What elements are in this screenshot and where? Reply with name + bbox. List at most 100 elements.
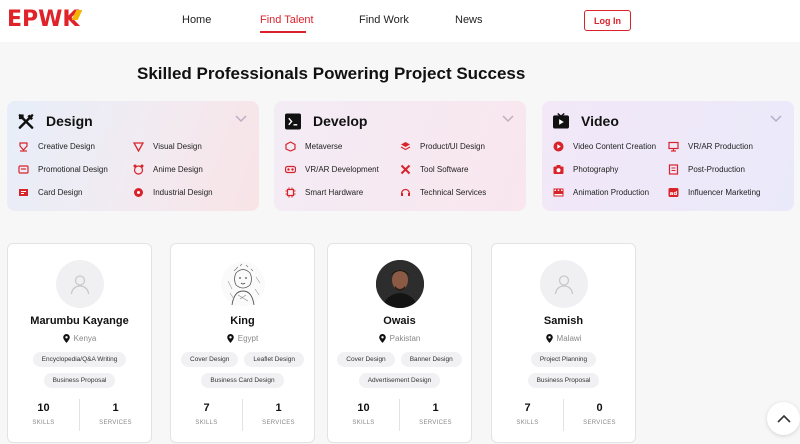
category-item[interactable]: VR/AR Production	[668, 141, 753, 152]
chevron-down-icon[interactable]	[502, 115, 514, 123]
category-item[interactable]: Card Design	[18, 187, 82, 198]
category-item[interactable]: Tool Software	[400, 164, 468, 175]
camera-icon	[553, 164, 564, 175]
category-item[interactable]: Product/UI Design	[400, 141, 485, 152]
category-card-develop[interactable]: Develop Metaverse Product/UI Design VR/A…	[274, 101, 526, 211]
category-item-label: Card Design	[38, 188, 83, 197]
profile-card[interactable]: Samish Malawi Project Planning Business …	[491, 243, 636, 443]
category-title-text: Develop	[313, 113, 368, 129]
tools-icon	[400, 164, 411, 175]
skill-tag[interactable]: Cover Design	[181, 352, 239, 367]
skill-tag[interactable]: Banner Design	[400, 352, 462, 367]
skills-stat: 10 SKILLS	[328, 399, 399, 431]
category-item[interactable]: Animation Production	[553, 187, 649, 198]
category-item[interactable]: Smart Hardware	[285, 187, 363, 198]
chevron-up-icon	[776, 414, 791, 423]
location-pin-icon	[62, 334, 70, 343]
user-placeholder-icon	[70, 275, 89, 295]
location-pin-icon	[378, 334, 386, 343]
skill-tag[interactable]: Project Planning	[530, 352, 597, 367]
skill-tag[interactable]: Business Card Design	[201, 373, 284, 388]
nav-find-talent[interactable]: Find Talent	[260, 14, 314, 26]
category-item-label: Technical Services	[420, 188, 487, 197]
category-title-text: Video	[581, 113, 619, 129]
services-label: SERVICES	[419, 420, 452, 426]
category-title-video: Video	[553, 111, 619, 131]
profile-country: Pakistan	[328, 334, 471, 343]
category-item[interactable]: Creative Design	[18, 141, 95, 152]
layers-icon	[400, 141, 411, 152]
avatar-sketch[interactable]	[218, 260, 267, 308]
industrial-design-icon	[133, 187, 144, 198]
category-item[interactable]: Promotional Design	[18, 164, 108, 175]
category-card-video[interactable]: Video Video Content Creation VR/AR Produ…	[542, 101, 794, 211]
category-item[interactable]: Visual Design	[133, 141, 202, 152]
profile-card[interactable]: King Egypt Cover Design Leaflet Design B…	[170, 243, 315, 443]
category-item[interactable]: Anime Design	[133, 164, 203, 175]
epwk-logo[interactable]: EPW K	[7, 8, 79, 32]
skill-tag[interactable]: Business Proposal	[527, 373, 600, 388]
country-label: Egypt	[237, 334, 259, 343]
nav-home[interactable]: Home	[182, 14, 211, 26]
skills-count: 10	[357, 402, 370, 414]
chevron-down-icon[interactable]	[235, 115, 247, 123]
vr-production-icon	[668, 141, 679, 152]
top-header: EPW K Home Find Talent Find Work News Log…	[0, 0, 800, 42]
terminal-icon	[285, 113, 301, 129]
avatar-placeholder[interactable]	[55, 260, 104, 308]
profile-card[interactable]: Owais Pakistan Cover Design Banner Desig…	[327, 243, 472, 443]
services-stat: 1 SERVICES	[242, 399, 314, 431]
skill-tag[interactable]: Leaflet Design	[244, 352, 304, 367]
category-item[interactable]: Metaverse	[285, 141, 342, 152]
skill-tag[interactable]: Business Proposal	[43, 373, 116, 388]
skill-tag[interactable]: Advertisement Design	[358, 373, 441, 388]
category-item-label: Promotional Design	[38, 165, 108, 174]
category-item[interactable]: Photography	[553, 164, 618, 175]
category-item-label: Anime Design	[153, 165, 203, 174]
services-stat: 1 SERVICES	[79, 399, 151, 431]
category-item[interactable]: Post-Production	[668, 164, 745, 175]
services-count: 1	[112, 402, 119, 414]
category-item[interactable]: Technical Services	[400, 187, 486, 198]
skills-count: 7	[203, 402, 210, 414]
scroll-to-top-button[interactable]	[767, 402, 800, 435]
profile-stats: 7 SKILLS 1 SERVICES	[171, 399, 314, 431]
category-card-design[interactable]: Design Creative Design Visual Design Pro…	[7, 101, 259, 211]
skills-label: SKILLS	[195, 420, 218, 426]
profile-name[interactable]: Owais	[328, 315, 471, 327]
chip-icon	[285, 187, 296, 198]
category-item[interactable]: Industrial Design	[133, 187, 213, 198]
category-item[interactable]: ad Influencer Marketing	[668, 187, 760, 198]
category-item[interactable]: VR/AR Development	[285, 164, 379, 175]
category-title-text: Design	[46, 113, 93, 129]
category-item-label: Video Content Creation	[573, 142, 657, 151]
category-item-label: VR/AR Development	[305, 165, 379, 174]
skill-tags: Cover Design Leaflet Design Business Car…	[177, 352, 308, 388]
card-design-icon	[18, 187, 29, 198]
category-item-label: Creative Design	[38, 142, 95, 151]
profile-name[interactable]: Samish	[492, 315, 635, 327]
category-item-label: Influencer Marketing	[688, 188, 761, 197]
svg-text:ad: ad	[670, 191, 678, 197]
metaverse-icon	[285, 141, 296, 152]
profile-name[interactable]: King	[171, 315, 314, 327]
skills-stat: 7 SKILLS	[171, 399, 242, 431]
promotional-design-icon	[18, 164, 29, 175]
profile-name[interactable]: Marumbu Kayange	[8, 315, 151, 327]
skill-tag[interactable]: Cover Design	[337, 352, 395, 367]
edit-document-icon	[668, 164, 679, 175]
chevron-down-icon[interactable]	[770, 115, 782, 123]
profile-card[interactable]: Marumbu Kayange Kenya Encyclopedia/Q&A W…	[7, 243, 152, 443]
avatar-placeholder[interactable]	[539, 260, 588, 308]
anime-design-icon	[133, 164, 144, 175]
nav-news[interactable]: News	[455, 14, 483, 26]
category-item[interactable]: Video Content Creation	[553, 141, 656, 152]
login-button[interactable]: Log In	[584, 10, 631, 31]
play-circle-icon	[553, 141, 564, 152]
avatar-photo[interactable]	[375, 260, 424, 308]
services-count: 0	[596, 402, 603, 414]
skill-tag[interactable]: Encyclopedia/Q&A Writing	[32, 352, 127, 367]
country-label: Malawi	[556, 334, 582, 343]
nav-find-work[interactable]: Find Work	[359, 14, 409, 26]
country-label: Kenya	[73, 334, 97, 343]
